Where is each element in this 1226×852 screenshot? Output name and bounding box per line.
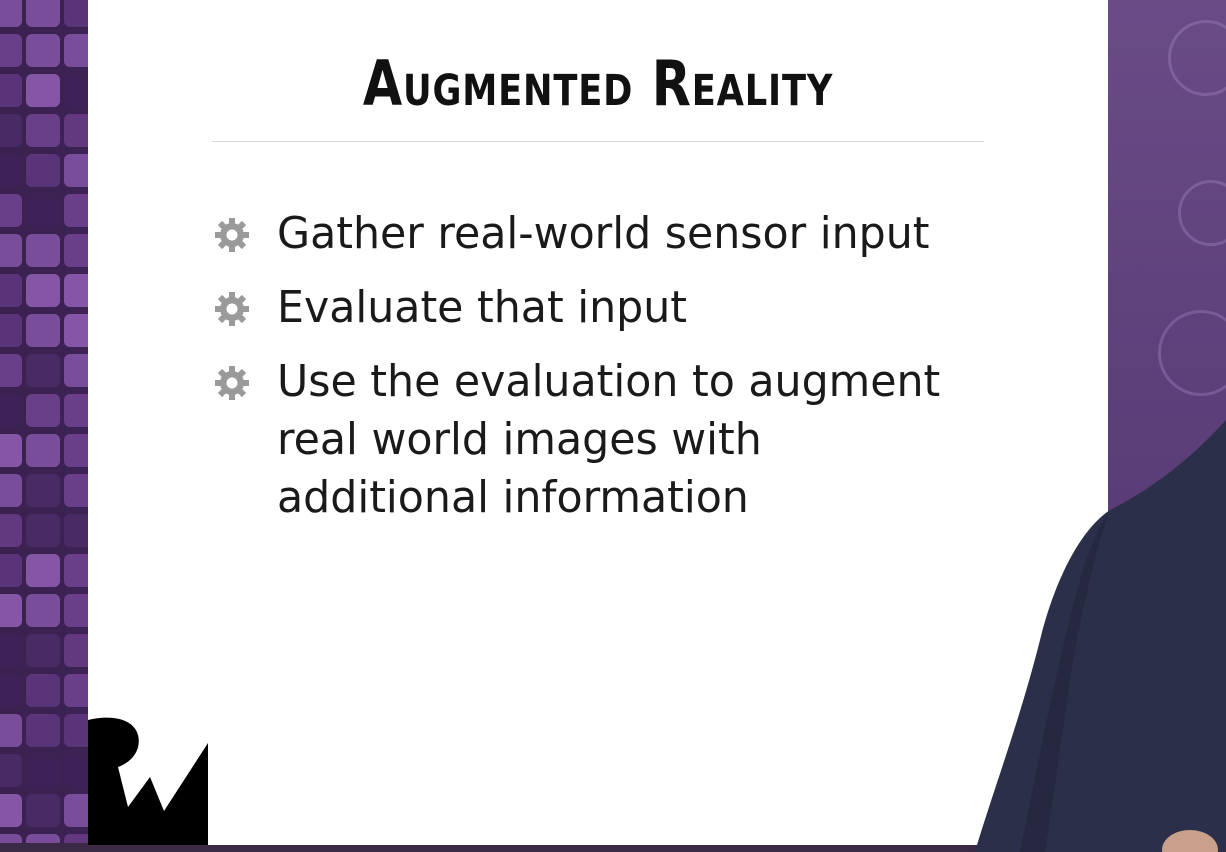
background-tile — [26, 634, 60, 667]
background-tile — [0, 314, 22, 347]
presenter-image — [975, 420, 1226, 852]
background-tile — [0, 794, 22, 827]
title-divider — [212, 141, 984, 142]
background-tile — [0, 354, 22, 387]
background-tile — [26, 154, 60, 187]
background-tile — [26, 394, 60, 427]
background-tile — [0, 434, 22, 467]
gear-icon — [215, 292, 249, 326]
background-tile — [0, 754, 22, 787]
background-tile — [26, 594, 60, 627]
gear-icon — [215, 366, 249, 400]
bullet-text: Use the evaluation to augment real world… — [277, 356, 941, 523]
background-tile — [26, 434, 60, 467]
background-tile — [26, 674, 60, 707]
background-tile — [0, 554, 22, 587]
background-tile — [0, 74, 22, 107]
background-tile — [26, 714, 60, 747]
background-tile — [26, 354, 60, 387]
background-tile — [0, 0, 22, 27]
bullet-list: Gather real-world sensor input Evaluate … — [212, 205, 992, 543]
gear-icon — [215, 218, 249, 252]
slide-title: Augmented Reality — [362, 47, 834, 120]
background-tile — [0, 474, 22, 507]
bullet-item: Gather real-world sensor input — [212, 205, 992, 263]
background-tile — [26, 794, 60, 827]
background-tile — [0, 394, 22, 427]
background-tile — [26, 0, 60, 27]
background-tile — [26, 34, 60, 67]
background-tile — [26, 514, 60, 547]
bullet-text: Evaluate that input — [277, 282, 688, 333]
background-tile — [0, 634, 22, 667]
bullet-text: Gather real-world sensor input — [277, 208, 930, 259]
background-tile — [0, 114, 22, 147]
background-tile — [0, 154, 22, 187]
presentation-slide: Augmented Reality Gather real-world sens… — [88, 0, 1108, 845]
background-tile — [0, 674, 22, 707]
bullet-item: Use the evaluation to augment real world… — [212, 353, 992, 527]
background-tile — [0, 234, 22, 267]
bullet-item: Evaluate that input — [212, 279, 992, 337]
background-tile-wall — [0, 0, 96, 852]
background-tile — [0, 514, 22, 547]
background-tile — [0, 714, 22, 747]
background-tile — [26, 474, 60, 507]
background-tile — [26, 194, 60, 227]
background-tile — [0, 34, 22, 67]
background-tile — [26, 754, 60, 787]
rw-logo — [88, 717, 208, 845]
background-tile — [0, 274, 22, 307]
background-tile — [26, 234, 60, 267]
background-tile — [0, 594, 22, 627]
video-frame: Augmented Reality Gather real-world sens… — [0, 0, 1226, 852]
background-tile — [26, 274, 60, 307]
background-tile — [26, 314, 60, 347]
background-tile — [0, 194, 22, 227]
background-tile — [26, 114, 60, 147]
background-tile — [26, 554, 60, 587]
background-tile — [26, 74, 60, 107]
